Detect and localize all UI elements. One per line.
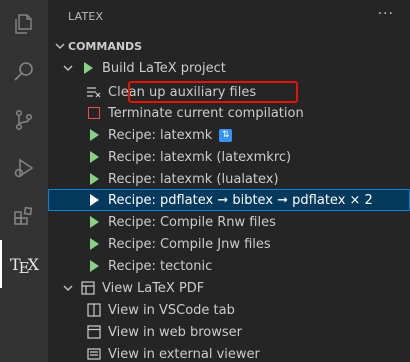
tree-item-label: Recipe: pdflatex ➞ bibtex ➞ pdflatex × 2 (108, 192, 373, 208)
tree-item-label: Recipe: latexmk (108, 127, 213, 143)
tree-item-label: Terminate current compilation (108, 105, 304, 121)
explorer-icon[interactable] (0, 0, 48, 48)
tree-item-recipe-pdflatex-bibtex[interactable]: Recipe: pdflatex ➞ bibtex ➞ pdflatex × 2 (48, 189, 410, 211)
clear-all-icon (86, 84, 102, 100)
vscode-tab-icon (86, 302, 102, 318)
tree-item-terminate[interactable]: Terminate current compilation (48, 102, 410, 124)
refresh-badge-icon: ⇅ (219, 128, 233, 142)
tree-item-label: Recipe: Compile Jnw files (108, 236, 271, 252)
tree-item-label: Recipe: latexmk (latexmkrc) (108, 149, 292, 165)
play-icon (86, 171, 102, 187)
panel-title: LATEX (68, 10, 104, 23)
section-label: COMMANDS (68, 39, 143, 53)
external-viewer-icon (86, 346, 102, 362)
play-icon (86, 214, 102, 230)
play-icon (86, 192, 102, 208)
tree-item-recipe-rnw[interactable]: Recipe: Compile Rnw files (48, 211, 410, 233)
chevron-down-icon (60, 57, 76, 79)
play-icon (80, 60, 96, 76)
tree-item-recipe-latexmk[interactable]: Recipe: latexmk ⇅ (48, 124, 410, 146)
tree-item-view[interactable]: View LaTeX PDF (48, 277, 410, 299)
tree-item-view-vscode[interactable]: View in VSCode tab (48, 299, 410, 321)
play-icon (86, 149, 102, 165)
tree-item-view-browser[interactable]: View in web browser (48, 321, 410, 343)
tree-item-label: View LaTeX PDF (102, 280, 205, 296)
play-icon (86, 236, 102, 252)
tree-item-build[interactable]: Build LaTeX project (48, 57, 410, 79)
tree-item-recipe-jnw[interactable]: Recipe: Compile Jnw files (48, 233, 410, 255)
extensions-icon[interactable] (0, 192, 48, 240)
tree-item-recipe-latexmkrc[interactable]: Recipe: latexmk (latexmkrc) (48, 146, 410, 168)
play-icon (86, 258, 102, 274)
latex-sidebar: LATEX ··· COMMANDS Build LaTeX project C… (48, 0, 410, 362)
run-debug-icon[interactable] (0, 144, 48, 192)
source-control-icon[interactable] (0, 96, 48, 144)
browser-icon (86, 324, 102, 340)
commands-section-header[interactable]: COMMANDS (48, 35, 410, 57)
tree-item-view-external[interactable]: View in external viewer (48, 343, 410, 362)
ellipsis-icon[interactable]: ··· (378, 6, 394, 22)
tree-item-label: Recipe: tectonic (108, 258, 213, 274)
tree-item-recipe-tectonic[interactable]: Recipe: tectonic (48, 255, 410, 277)
chevron-down-icon (52, 35, 68, 57)
stop-icon (86, 105, 102, 121)
latex-workshop-icon[interactable]: TEX (0, 240, 48, 288)
tree-item-recipe-lualatex[interactable]: Recipe: latexmk (lualatex) (48, 168, 410, 190)
activity-bar: TEX (0, 0, 48, 362)
tree-item-label: Recipe: Compile Rnw files (108, 214, 276, 230)
tex-logo: TEX (9, 254, 39, 277)
tree-item-label: Build LaTeX project (102, 60, 226, 76)
play-icon (86, 127, 102, 143)
tree-item-label: Recipe: latexmk (lualatex) (108, 171, 279, 187)
chevron-down-icon (60, 277, 76, 299)
tree-item-label: View in VSCode tab (108, 302, 235, 318)
tree-item-label: View in external viewer (108, 346, 260, 362)
search-icon[interactable] (0, 48, 48, 96)
tree-item-label: View in web browser (108, 324, 242, 340)
highlight-box (128, 81, 298, 103)
preview-icon (80, 280, 96, 296)
